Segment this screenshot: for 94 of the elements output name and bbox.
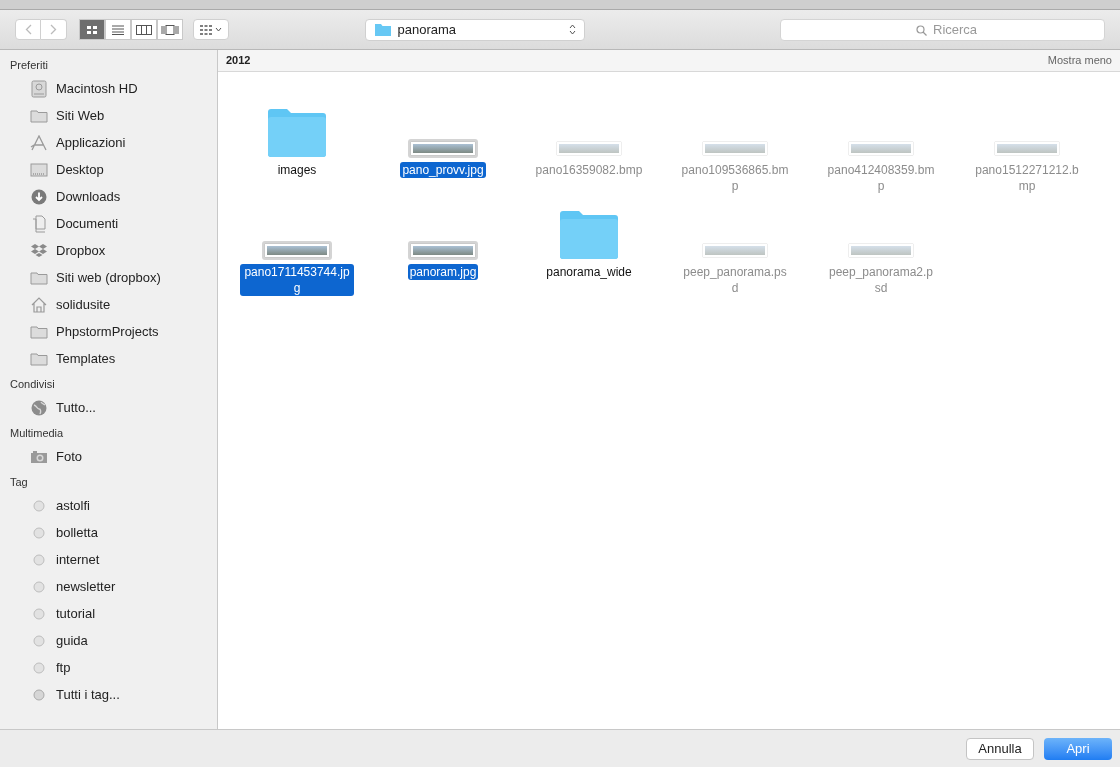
section-title: 2012 [226,53,251,69]
file-name: pano1512271212.bmp [974,162,1080,194]
sidebar-item[interactable]: Siti web (dropbox) [10,264,217,291]
cover-flow-icon [161,24,179,35]
sidebar-item[interactable]: Siti Web [10,102,217,129]
file-name: pano_provv.jpg [400,162,486,178]
photo-placeholder [705,144,765,153]
show-less-link[interactable]: Mostra meno [1047,52,1112,69]
sidebar-section-title: Condivisi [10,376,56,392]
sidebar-item[interactable]: PhpstormProjects [10,318,217,345]
view-mode-button[interactable] [131,19,157,40]
tag-dot-icon [33,634,45,647]
tag-dot-icon [33,499,45,512]
search-icon [916,24,927,36]
file-name: pano109536865.bmp [680,162,790,194]
location-dropdown[interactable]: panorama [364,18,585,41]
folder-icon [30,324,48,339]
file-name: pano1711453744.jpg [240,264,354,296]
tag-dot-icon [33,607,45,620]
file-name: peep_panorama.psd [682,264,788,296]
folder-icon [266,108,328,158]
sidebar-section-title: Tag [10,474,29,490]
sidebar-item[interactable]: ftp [10,654,217,681]
file-item[interactable]: pano1711453744.jpg [224,206,370,296]
sidebar-item[interactable]: Downloads [10,183,217,210]
applications-icon [30,134,48,151]
house-icon [31,296,47,313]
photo-placeholder [705,246,765,255]
arrange-grid-icon [200,24,212,35]
sidebar-section-title: Multimedia [10,425,65,441]
grid-view-icon [86,24,98,35]
arrange-button[interactable] [193,19,229,40]
folder-icon [558,210,620,260]
tags-icon [33,688,45,701]
sidebar-item[interactable]: bolletta [10,519,217,546]
file-name: pano16359082.bmp [534,162,644,178]
sidebar-section-title: Preferiti [10,57,49,73]
caret-icon [215,27,222,32]
sidebar-item[interactable]: guida [10,627,217,654]
view-mode-button[interactable] [105,19,131,40]
file-name: panoram.jpg [407,264,479,280]
documents-icon [31,214,47,233]
cancel-button[interactable]: Annulla [966,737,1034,760]
file-item[interactable]: panoram.jpg [370,206,516,296]
file-item[interactable]: images [224,104,370,194]
forward-chevron-icon [50,24,57,35]
photo-placeholder [851,144,911,153]
sidebar-item[interactable]: Documenti [10,210,217,237]
globe-icon [31,399,47,416]
sidebar-item[interactable]: internet [10,546,217,573]
photo-placeholder [559,144,619,153]
file-item[interactable]: pano_provv.jpg [370,104,516,194]
photo-placeholder [851,246,911,255]
sidebar-item[interactable]: Desktop [10,156,217,183]
view-mode-button[interactable] [157,19,183,40]
sidebar-item[interactable]: Dropbox [10,237,217,264]
dropbox-icon [30,242,48,259]
up-down-caret-icon [568,24,576,35]
file-name: panorama_wide [545,264,633,280]
file-name: pano412408359.bmp [826,162,936,194]
list-view-icon [112,24,124,35]
tag-dot-icon [33,526,45,539]
photo-placeholder [267,246,327,255]
file-item[interactable]: panorama_wide [516,206,662,296]
sidebar-item[interactable]: Templates [10,345,217,372]
columns-view-icon [136,24,152,35]
download-icon [31,188,47,205]
folder-icon [373,22,392,37]
back-chevron-icon [24,24,32,35]
sidebar-item[interactable]: astolfi [10,492,217,519]
photo-placeholder [997,144,1057,153]
folder-icon [30,351,48,366]
sidebar-item[interactable]: Macintosh HD [10,75,217,102]
sidebar-item[interactable]: Foto [10,443,217,470]
photo-placeholder [413,144,473,153]
sidebar-item[interactable]: Applicazioni [10,129,217,156]
search-field[interactable]: Ricerca [780,18,1105,41]
view-mode-button[interactable] [79,19,105,40]
camera-icon [30,449,48,464]
tag-dot-icon [33,580,45,593]
desktop-icon [30,162,48,177]
tag-dot-icon [33,553,45,566]
folder-icon [30,108,48,123]
hard-drive-icon [31,79,47,98]
sidebar-item[interactable]: newsletter [10,573,217,600]
file-name: peep_panorama2.psd [827,264,935,296]
file-name: images [276,162,318,178]
sidebar-item[interactable]: tutorial [10,600,217,627]
folder-icon [30,270,48,285]
sidebar-item[interactable]: solidusite [10,291,217,318]
sidebar-item[interactable]: Tutti i tag... [10,681,217,708]
photo-placeholder [413,246,473,255]
sidebar-item[interactable]: Tutto... [10,394,217,421]
tag-dot-icon [33,661,45,674]
